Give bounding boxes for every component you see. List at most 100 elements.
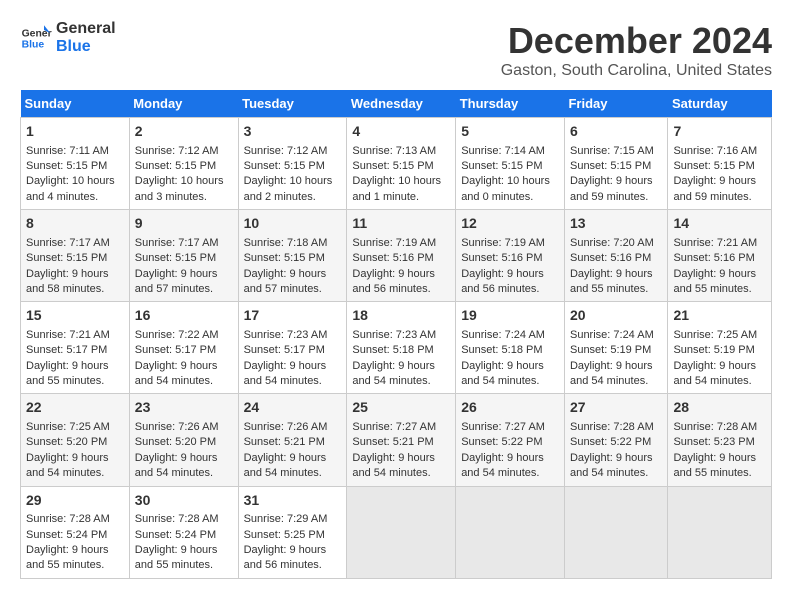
day-info: Daylight: 9 hours [26,543,124,558]
calendar-cell: 24Sunrise: 7:26 AMSunset: 5:21 PMDayligh… [238,394,347,486]
calendar-cell: 30Sunrise: 7:28 AMSunset: 5:24 PMDayligh… [129,486,238,578]
day-number: 26 [461,398,559,418]
calendar-cell: 29Sunrise: 7:28 AMSunset: 5:24 PMDayligh… [21,486,130,578]
calendar-cell: 8 Sunrise: 7:17 AMSunset: 5:15 PMDaylight… [21,210,130,302]
calendar-cell: 28 Sunrise: 7:28 AMSunset: 5:23 PMDayligh… [668,394,772,486]
day-info: and 4 minutes. [26,190,124,205]
day-info: Sunset: 5:25 PM [244,528,342,543]
calendar-cell: 21Sunrise: 7:25 AMSunset: 5:19 PMDayligh… [668,302,772,394]
day-info: Sunset: 5:18 PM [461,343,559,358]
calendar-cell: 6Sunrise: 7:15 AMSunset: 5:15 PMDaylight… [564,118,667,210]
day-info: and 56 minutes. [244,558,342,573]
day-info: Daylight: 9 hours [570,267,662,282]
day-info: Sunrise: 7:24 AM [461,328,559,343]
day-info: Sunset: 5:19 PM [673,343,766,358]
day-info: and 54 minutes. [135,466,233,481]
calendar-cell: 2Sunrise: 7:12 AMSunset: 5:15 PMDaylight… [129,118,238,210]
day-info: and 55 minutes. [26,374,124,389]
logo-line1: General [56,20,116,38]
day-info: Sunrise: 7:28 AM [570,420,662,435]
header: General Blue General Blue December 2024 … [20,20,772,80]
day-info: Sunset: 5:24 PM [135,528,233,543]
title-area: December 2024 Gaston, South Carolina, Un… [501,20,772,80]
day-info: Sunrise: 7:28 AM [673,420,766,435]
day-info: Daylight: 9 hours [26,359,124,374]
day-info: Sunrise: 7:15 AM [570,144,662,159]
day-number: 8 [26,214,124,234]
day-number: 10 [244,214,342,234]
day-info: and 54 minutes. [461,466,559,481]
day-info: Sunrise: 7:25 AM [673,328,766,343]
day-info: and 54 minutes. [135,374,233,389]
day-info: Sunrise: 7:17 AM [26,236,124,251]
day-info: Daylight: 9 hours [244,451,342,466]
day-info: Daylight: 9 hours [244,359,342,374]
day-number: 6 [570,122,662,142]
day-number: 3 [244,122,342,142]
day-info: Daylight: 10 hours [244,174,342,189]
day-info: Daylight: 9 hours [673,451,766,466]
day-info: Daylight: 9 hours [352,359,450,374]
calendar-table: SundayMondayTuesdayWednesdayThursdayFrid… [20,90,772,579]
day-number: 4 [352,122,450,142]
calendar-cell: 13Sunrise: 7:20 AMSunset: 5:16 PMDayligh… [564,210,667,302]
day-info: and 1 minute. [352,190,450,205]
calendar-cell: 19Sunrise: 7:24 AMSunset: 5:18 PMDayligh… [456,302,565,394]
calendar-cell: 20Sunrise: 7:24 AMSunset: 5:19 PMDayligh… [564,302,667,394]
day-info: Daylight: 10 hours [461,174,559,189]
day-info: Daylight: 9 hours [244,267,342,282]
day-info: and 55 minutes. [673,466,766,481]
day-info: and 59 minutes. [570,190,662,205]
calendar-cell: 11Sunrise: 7:19 AMSunset: 5:16 PMDayligh… [347,210,456,302]
day-info: Sunset: 5:22 PM [461,435,559,450]
day-number: 12 [461,214,559,234]
calendar-cell [456,486,565,578]
day-info: Daylight: 10 hours [26,174,124,189]
calendar-cell: 18Sunrise: 7:23 AMSunset: 5:18 PMDayligh… [347,302,456,394]
day-info: and 55 minutes. [673,282,766,297]
calendar-cell: 16Sunrise: 7:22 AMSunset: 5:17 PMDayligh… [129,302,238,394]
day-number: 28 [673,398,766,418]
logo-line2: Blue [56,38,116,56]
day-info: Sunrise: 7:24 AM [570,328,662,343]
day-info: Sunrise: 7:12 AM [244,144,342,159]
day-info: Daylight: 9 hours [673,267,766,282]
day-info: Sunrise: 7:28 AM [135,512,233,527]
day-info: Sunset: 5:16 PM [461,251,559,266]
day-info: Sunrise: 7:16 AM [673,144,766,159]
calendar-cell: 5 Sunrise: 7:14 AMSunset: 5:15 PMDaylight… [456,118,565,210]
day-info: and 54 minutes. [461,374,559,389]
calendar-cell: 12Sunrise: 7:19 AMSunset: 5:16 PMDayligh… [456,210,565,302]
calendar-body: 1Sunrise: 7:11 AMSunset: 5:15 PMDaylight… [21,118,772,579]
day-info: Daylight: 9 hours [461,451,559,466]
day-info: Daylight: 9 hours [26,267,124,282]
day-info: Daylight: 9 hours [26,451,124,466]
day-info: Sunrise: 7:26 AM [135,420,233,435]
day-info: Sunset: 5:15 PM [26,159,124,174]
day-info: Sunset: 5:24 PM [26,528,124,543]
day-info: Sunrise: 7:17 AM [135,236,233,251]
day-info: Sunset: 5:15 PM [135,251,233,266]
day-info: Sunset: 5:23 PM [673,435,766,450]
day-info: Sunset: 5:15 PM [673,159,766,174]
header-day-monday: Monday [129,90,238,118]
day-info: and 56 minutes. [352,282,450,297]
calendar-cell: 4Sunrise: 7:13 AMSunset: 5:15 PMDaylight… [347,118,456,210]
day-info: Sunrise: 7:22 AM [135,328,233,343]
day-number: 5 [461,122,559,142]
calendar-cell [668,486,772,578]
day-info: and 54 minutes. [352,466,450,481]
day-info: Sunrise: 7:25 AM [26,420,124,435]
day-info: Daylight: 9 hours [461,267,559,282]
calendar-cell: 22Sunrise: 7:25 AMSunset: 5:20 PMDayligh… [21,394,130,486]
day-info: Daylight: 10 hours [135,174,233,189]
day-info: Sunset: 5:15 PM [461,159,559,174]
day-info: Daylight: 9 hours [244,543,342,558]
day-info: Sunset: 5:15 PM [26,251,124,266]
day-number: 25 [352,398,450,418]
day-info: Sunset: 5:16 PM [570,251,662,266]
day-number: 1 [26,122,124,142]
day-info: Sunset: 5:15 PM [244,159,342,174]
day-info: Sunrise: 7:20 AM [570,236,662,251]
day-info: Sunrise: 7:14 AM [461,144,559,159]
